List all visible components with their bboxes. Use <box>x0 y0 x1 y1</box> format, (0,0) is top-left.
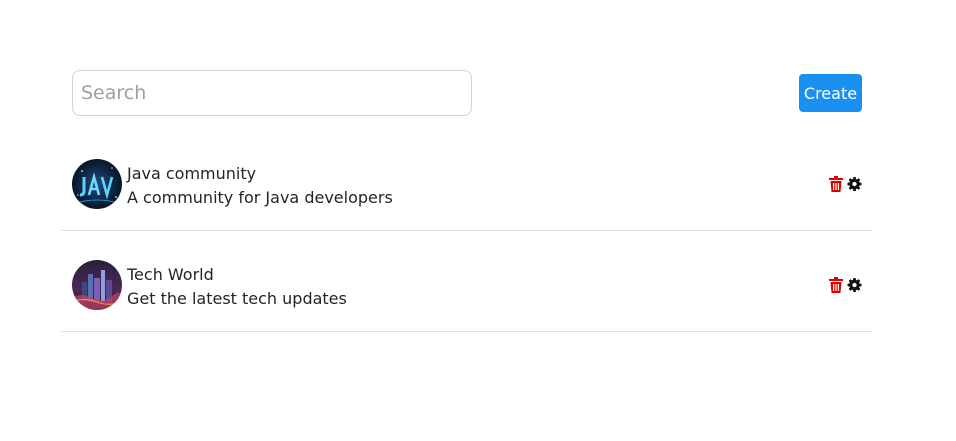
community-avatar <box>72 159 122 209</box>
create-button[interactable]: Create <box>799 74 862 112</box>
gear-icon[interactable] <box>847 175 862 192</box>
community-description: A community for Java developers <box>127 188 393 207</box>
java-logo-image <box>72 159 122 209</box>
city-skyline-image <box>72 260 122 310</box>
community-row[interactable]: Tech World Get the latest tech updates <box>61 231 872 332</box>
community-description: Get the latest tech updates <box>127 289 347 308</box>
search-input[interactable] <box>72 70 472 116</box>
trash-icon[interactable] <box>828 175 843 192</box>
row-actions <box>828 175 862 192</box>
community-avatar <box>72 260 122 310</box>
community-info: Tech World Get the latest tech updates <box>127 263 347 311</box>
community-name[interactable]: Tech World <box>127 263 347 287</box>
trash-icon[interactable] <box>828 276 843 293</box>
toolbar: Create <box>0 0 956 140</box>
gear-icon[interactable] <box>847 276 862 293</box>
community-name[interactable]: Java community <box>127 162 393 186</box>
community-row[interactable]: Java community A community for Java deve… <box>61 130 872 231</box>
community-info: Java community A community for Java deve… <box>127 162 393 210</box>
row-actions <box>828 276 862 293</box>
community-list: Java community A community for Java deve… <box>61 130 872 332</box>
